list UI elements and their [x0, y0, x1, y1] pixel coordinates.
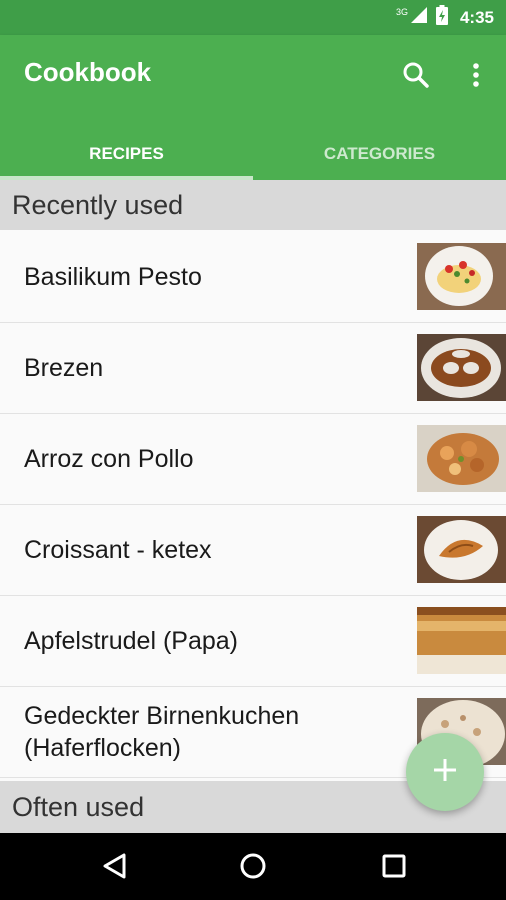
search-icon	[398, 62, 434, 97]
recipe-title: Apfelstrudel (Papa)	[24, 626, 239, 655]
tab-categories[interactable]: CATEGORIES	[253, 127, 506, 180]
recipe-thumbnail	[417, 334, 506, 401]
recipe-title: Arroz con Pollo	[24, 444, 194, 473]
recipe-item-basilikum-pesto[interactable]: Basilikum Pesto	[0, 232, 506, 323]
recipe-list: Basilikum Pesto Brezen Arroz con Pollo C…	[0, 232, 506, 778]
tab-recipes[interactable]: RECIPES	[0, 127, 253, 180]
recents-button[interactable]	[374, 846, 414, 886]
section-header-recently-used: Recently used	[0, 180, 506, 230]
tab-bar: RECIPES CATEGORIES	[0, 127, 506, 180]
add-recipe-button[interactable]	[406, 733, 484, 811]
recipe-thumbnail	[417, 425, 506, 492]
more-vert-icon	[462, 63, 490, 97]
system-nav-bar	[0, 833, 506, 900]
signal-icon	[410, 6, 428, 29]
recents-square-icon	[374, 854, 414, 890]
status-icons: 3G 4:35	[396, 0, 494, 35]
recipe-title: Basilikum Pesto	[24, 262, 202, 291]
recipe-item-arroz-con-pollo[interactable]: Arroz con Pollo	[0, 414, 506, 505]
app-title: Cookbook	[24, 57, 152, 87]
recipe-item-croissant-ketex[interactable]: Croissant - ketex	[0, 505, 506, 596]
network-type: 3G	[395, 6, 408, 17]
clock: 4:35	[459, 7, 494, 27]
battery-icon	[435, 5, 448, 30]
plus-icon	[432, 757, 458, 788]
home-button[interactable]	[233, 846, 273, 886]
recipe-thumbnail	[417, 607, 506, 674]
app-bar: Cookbook RECIPES CATEGORIES	[0, 35, 506, 180]
home-circle-icon	[233, 853, 273, 890]
recipe-title: Brezen	[24, 353, 104, 382]
recipe-item-apfelstrudel[interactable]: Apfelstrudel (Papa)	[0, 596, 506, 687]
overflow-menu-button[interactable]	[462, 57, 490, 93]
back-button[interactable]	[94, 846, 134, 886]
recipe-thumbnail	[417, 516, 506, 583]
search-button[interactable]	[398, 57, 434, 93]
recipe-title: Gedeckter Birnenkuchen (Haferflocken)	[24, 701, 300, 763]
status-bar: 3G 4:35	[0, 0, 506, 35]
recipe-thumbnail	[417, 243, 506, 310]
back-triangle-icon	[94, 853, 134, 890]
recipe-item-brezen[interactable]: Brezen	[0, 323, 506, 414]
recipe-title: Croissant - ketex	[24, 535, 212, 564]
